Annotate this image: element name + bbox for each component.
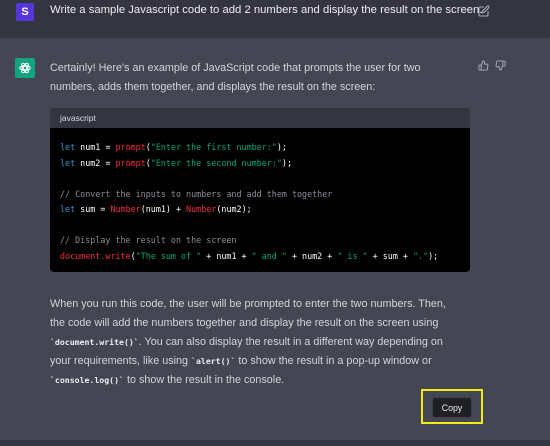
thumbs-down-icon[interactable] [495,60,506,71]
thumbs-up-icon[interactable] [478,60,489,71]
assistant-intro-text: Certainly! Here's an example of JavaScri… [50,62,421,93]
user-message-row: S Write a sample Javascript code to add … [0,0,550,39]
user-message-text: Write a sample Javascript code to add 2 … [50,4,483,16]
openai-logo-icon [15,58,35,78]
outro-text-4: to show the result in the console. [123,374,285,386]
assistant-outro-text: When you run this code, the user will be… [50,295,460,390]
inline-code-alert: `alert()` [191,356,236,366]
inline-code-document-write: `document.write()` [50,337,139,347]
bottom-bar [0,440,550,446]
code-content: let num1 = prompt("Enter the first numbe… [60,142,439,261]
assistant-message-row: Certainly! Here's an example of JavaScri… [0,38,550,446]
code-block: javascript let num1 = prompt("Enter the … [50,108,470,272]
user-avatar: S [16,3,34,21]
outro-text-1: When you run this code, the user will be… [50,298,446,329]
inline-code-console-log: `console.log()` [50,375,124,385]
code-language-label: javascript [50,108,470,128]
copy-button[interactable]: Copy [432,397,472,418]
edit-icon[interactable] [478,5,490,17]
outro-text-3: to show the result in a pop-up window or [235,355,432,367]
